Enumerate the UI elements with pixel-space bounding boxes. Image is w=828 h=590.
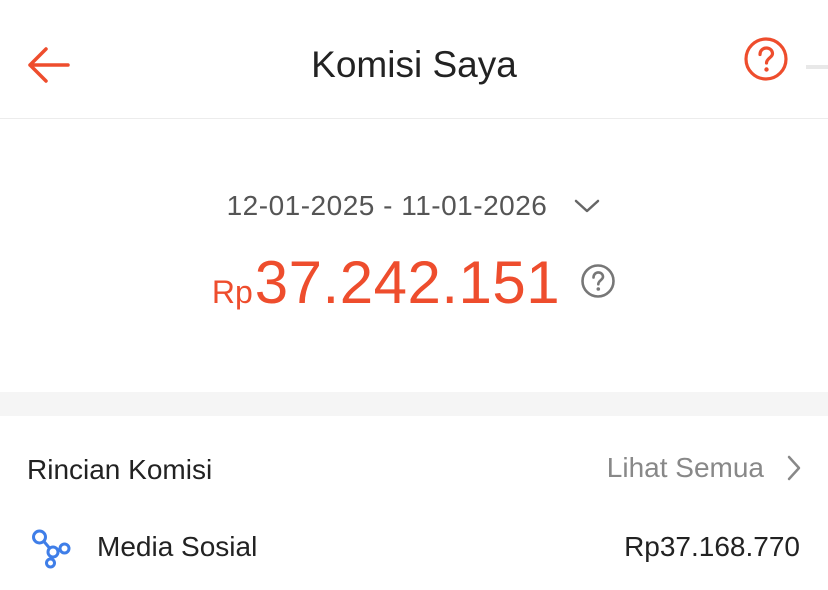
see-all-label: Lihat Semua	[606, 452, 764, 483]
details-title: Rincian Komisi	[27, 454, 213, 485]
page-title: Komisi Saya	[311, 44, 517, 85]
commission-details: Rincian Komisi Lihat Semua Media Sosial	[0, 416, 828, 590]
date-range-text: 12-01-2025 - 11-01-2026	[226, 190, 548, 221]
help-button[interactable]	[742, 35, 790, 83]
commission-page: Komisi Saya 12-01-2025 - 11-01-2026 Rp 3…	[0, 0, 828, 590]
list-item[interactable]: Media Sosial Rp37.168.770	[0, 524, 828, 574]
share-network-icon	[32, 529, 71, 569]
commission-summary: 12-01-2025 - 11-01-2026 Rp 37.242.151	[0, 120, 828, 392]
list-item-value: Rp37.168.770	[624, 531, 800, 562]
app-header: Komisi Saya	[0, 0, 828, 119]
question-circle-icon	[744, 37, 788, 81]
date-range-selector[interactable]: 12-01-2025 - 11-01-2026	[0, 190, 828, 222]
see-all-link[interactable]: Lihat Semua	[607, 452, 802, 484]
total-commission: Rp 37.242.151	[0, 248, 828, 317]
chevron-down-icon	[573, 198, 601, 214]
currency-prefix: Rp	[211, 274, 253, 310]
question-circle-icon	[581, 263, 615, 298]
header-edge-divider	[806, 65, 828, 69]
amount-info-button[interactable]	[580, 263, 616, 299]
chevron-right-icon	[787, 455, 801, 481]
section-divider	[0, 392, 828, 416]
total-commission-amount: 37.242.151	[254, 249, 561, 316]
list-item-label: Media Sosial	[97, 531, 258, 562]
